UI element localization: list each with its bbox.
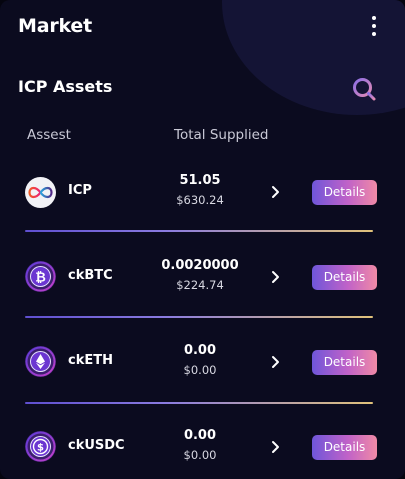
- asset-row-ckusdc: $ ckUSDC 0.00 $0.00 Details: [0, 417, 405, 477]
- row-divider: [25, 316, 373, 318]
- asset-name: ckUSDC: [68, 438, 125, 453]
- asset-amount: 0.0020000: [161, 258, 239, 273]
- asset-row-ckbtc: ₿ ckBTC 0.0020000 $224.74 Details: [0, 247, 405, 307]
- asset-amount: 51.05: [179, 173, 221, 188]
- search-icon[interactable]: [351, 76, 377, 102]
- details-button[interactable]: Details: [312, 350, 377, 375]
- asset-usd-value: $0.00: [183, 448, 217, 462]
- icp-icon: [25, 177, 56, 208]
- asset-amount: 0.00: [183, 428, 217, 443]
- section-title: ICP Assets: [18, 77, 113, 96]
- details-button[interactable]: Details: [312, 435, 377, 460]
- asset-row-cketh: ckETH 0.00 $0.00 Details: [0, 332, 405, 392]
- asset-usd-value: $630.24: [176, 193, 224, 207]
- asset-row-icp: ICP 51.05 $630.24 Details: [0, 162, 405, 222]
- asset-usd-value: $224.74: [176, 278, 224, 292]
- column-header-asset: Assest: [27, 127, 71, 143]
- page-title: Market: [18, 15, 92, 37]
- row-divider: [25, 230, 373, 232]
- market-panel: Market ICP Assets Assest Total Supplied: [0, 0, 405, 479]
- details-button[interactable]: Details: [312, 180, 377, 205]
- row-divider: [25, 402, 373, 404]
- svg-text:$: $: [37, 442, 44, 453]
- details-button[interactable]: Details: [312, 265, 377, 290]
- ethereum-icon: [25, 346, 56, 377]
- asset-name: ICP: [68, 183, 92, 198]
- asset-name: ckBTC: [68, 268, 113, 283]
- chevron-right-icon[interactable]: [270, 354, 282, 368]
- column-header-total-supplied: Total Supplied: [174, 127, 269, 143]
- asset-amount: 0.00: [183, 343, 217, 358]
- asset-name: ckETH: [68, 353, 113, 368]
- chevron-right-icon[interactable]: [270, 269, 282, 283]
- asset-usd-value: $0.00: [183, 363, 217, 377]
- chevron-right-icon[interactable]: [270, 184, 282, 198]
- more-options-icon[interactable]: [366, 16, 382, 42]
- svg-text:₿: ₿: [35, 271, 46, 286]
- usdc-icon: $: [25, 431, 56, 462]
- bitcoin-icon: ₿: [25, 261, 56, 292]
- chevron-right-icon[interactable]: [270, 439, 282, 453]
